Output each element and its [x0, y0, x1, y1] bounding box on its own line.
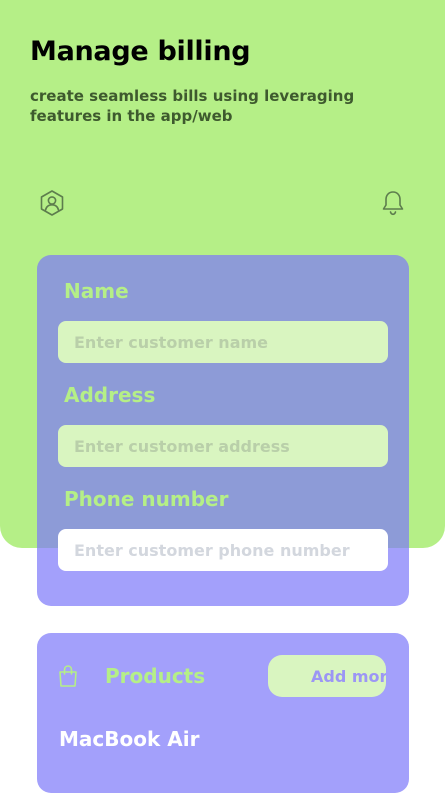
shopping-bag-icon — [59, 665, 77, 687]
product-item-name: MacBook Air — [59, 727, 200, 751]
address-label: Address — [64, 383, 156, 407]
bell-icon[interactable] — [379, 189, 407, 217]
add-more-button[interactable]: Add more — [268, 655, 386, 697]
page-subtitle: create seamless bills using leveraging f… — [30, 87, 355, 125]
user-hexagon-icon[interactable] — [38, 189, 66, 217]
customer-phone-input[interactable] — [58, 529, 388, 571]
products-title: Products — [105, 664, 206, 688]
customer-address-input[interactable] — [58, 425, 388, 467]
customer-name-input[interactable] — [58, 321, 388, 363]
name-label: Name — [64, 279, 129, 303]
phone-label: Phone number — [64, 487, 229, 511]
page-title: Manage billing — [30, 36, 251, 67]
